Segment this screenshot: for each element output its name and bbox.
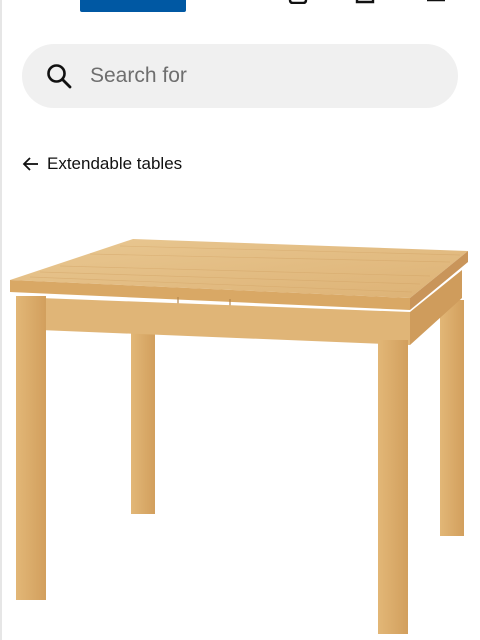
search-bar[interactable]	[22, 44, 458, 108]
front-right-leg	[378, 340, 408, 634]
front-left-leg	[16, 296, 46, 600]
breadcrumb[interactable]: Extendable tables	[22, 152, 182, 176]
brand-logo[interactable]	[80, 0, 186, 12]
breadcrumb-label[interactable]: Extendable tables	[47, 154, 182, 174]
product-page: Extendable tables	[0, 0, 480, 640]
back-arrow-icon[interactable]	[22, 155, 40, 173]
shopping-bag-icon[interactable]	[354, 0, 376, 4]
menu-icon[interactable]	[426, 0, 446, 4]
back-left-leg	[131, 330, 155, 514]
search-input[interactable]	[90, 56, 420, 96]
search-icon[interactable]	[46, 63, 72, 89]
extendable-table-image[interactable]	[0, 225, 480, 640]
back-right-leg	[440, 300, 464, 536]
user-icon[interactable]	[287, 0, 309, 4]
